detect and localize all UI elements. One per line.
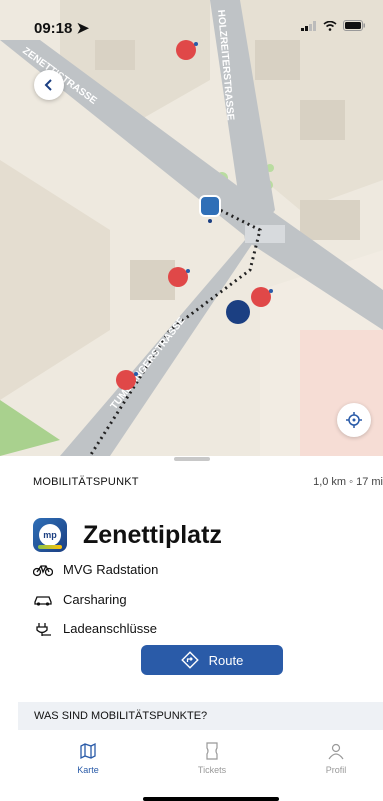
home-indicator	[143, 797, 279, 801]
crosshair-icon	[346, 412, 362, 428]
sheet-category: MOBILITÄTSPUNKT	[33, 476, 139, 488]
tab-label: Tickets	[197, 765, 227, 775]
feature-item: MVG Radstation	[33, 562, 158, 577]
map-icon	[80, 742, 96, 760]
map-canvas: ZENETTISTRASSE HOLZREITERSTRASSE TUMBLIN…	[0, 0, 383, 456]
mobility-point-logo-icon: mp	[33, 518, 67, 552]
bicycle-icon	[33, 564, 53, 576]
tab-bar: Karte Tickets Profil	[0, 730, 383, 784]
feature-label: MVG Radstation	[63, 562, 159, 577]
route-label: Route	[208, 652, 244, 668]
feature-label: Ladeanschlüsse	[63, 621, 157, 636]
route-directions-icon	[180, 651, 199, 669]
feature-label: Carsharing	[63, 592, 127, 607]
feature-item: Carsharing	[33, 592, 127, 607]
profile-icon	[328, 743, 344, 760]
sheet-handle[interactable]	[174, 457, 210, 461]
distance-label: 1,0 km ◦ 17 mi	[313, 476, 383, 488]
map-view[interactable]: ZENETTISTRASSE HOLZREITERSTRASSE TUMBLIN…	[0, 0, 383, 456]
info-expander-label: WAS SIND MOBILITÄTSPUNKTE?	[34, 710, 208, 722]
back-button[interactable]	[34, 70, 64, 100]
status-bar: 09:18 ➤	[0, 0, 383, 60]
car-icon	[34, 595, 52, 606]
tab-profil[interactable]: Profil	[296, 742, 376, 775]
wifi-icon	[323, 20, 337, 31]
tab-label: Profil	[325, 765, 347, 775]
chevron-left-icon	[44, 79, 52, 91]
tab-karte[interactable]: Karte	[48, 742, 128, 775]
info-expander[interactable]: WAS SIND MOBILITÄTSPUNKTE?	[18, 702, 383, 730]
status-icons	[301, 20, 365, 31]
ticket-icon	[206, 742, 218, 760]
route-button[interactable]: Route	[141, 645, 283, 675]
locate-button[interactable]	[337, 403, 371, 437]
plug-icon	[36, 622, 51, 636]
status-time: 09:18 ➤	[34, 20, 90, 37]
tab-label: Karte	[77, 765, 99, 775]
detail-sheet: MOBILITÄTSPUNKT 1,0 km ◦ 17 mi mp Zenett…	[0, 456, 383, 801]
tab-tickets[interactable]: Tickets	[172, 742, 252, 775]
battery-icon	[343, 20, 365, 31]
title-row: mp Zenettiplatz	[33, 518, 222, 552]
feature-item: Ladeanschlüsse	[33, 621, 157, 636]
bike-station-pin-icon[interactable]	[226, 300, 250, 324]
signal-icon	[301, 20, 316, 31]
place-title: Zenettiplatz	[83, 520, 222, 549]
